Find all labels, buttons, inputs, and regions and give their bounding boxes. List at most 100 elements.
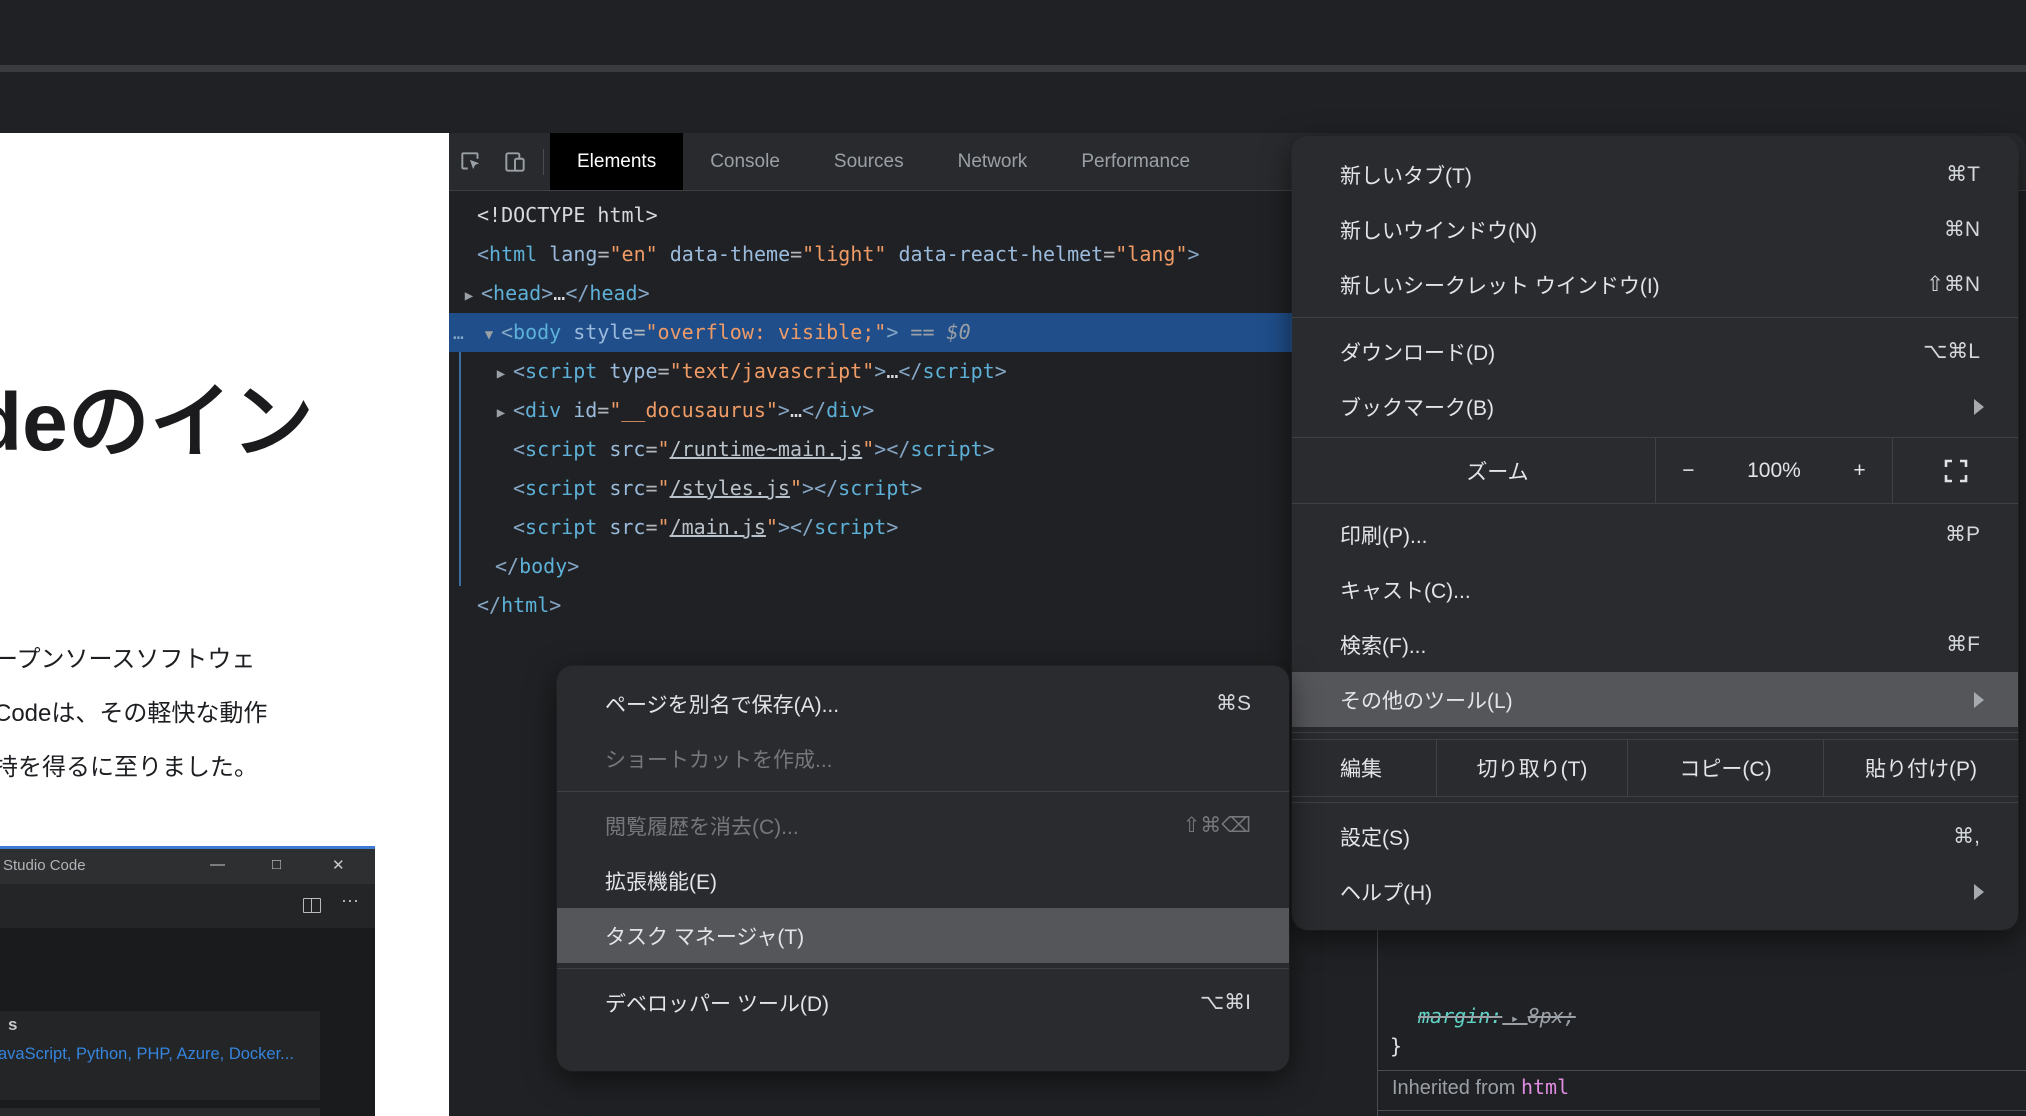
code-token: script xyxy=(525,515,597,539)
dom-tree-node[interactable]: <!DOCTYPE html> xyxy=(449,196,1377,235)
webpage: deのイン ープンソースソフトウェCodeは、その軽快な動作持を得るに至りました… xyxy=(0,133,449,1116)
menu-item-label: ページを別名で保存(A)... xyxy=(557,689,839,719)
vscode-lower-panel xyxy=(0,1108,320,1116)
menu-separator xyxy=(557,968,1289,969)
submenu-arrow-icon xyxy=(1974,399,1984,415)
zoom-out-button[interactable]: − xyxy=(1682,459,1694,483)
paragraph-line: ープンソースソフトウェ xyxy=(0,633,267,687)
code-token: head xyxy=(589,281,637,305)
code-token: "text/javascript" xyxy=(670,359,875,383)
menu-item-bookmarks[interactable]: ブックマーク(B) xyxy=(1292,379,2018,434)
tab-sources[interactable]: Sources xyxy=(807,133,931,190)
code-token: src xyxy=(597,476,645,500)
menu-item-label: ヘルプ(H) xyxy=(1292,877,1432,907)
dom-tree-node[interactable]: </body> xyxy=(449,547,1377,586)
dom-tree-node[interactable]: <script src="/styles.js"></script> xyxy=(449,469,1377,508)
menu-item-new-tab[interactable]: 新しいタブ(T)⌘T xyxy=(1292,147,2018,202)
code-token: > xyxy=(983,437,995,461)
fullscreen-button[interactable] xyxy=(1892,438,2018,503)
inspect-element-icon[interactable] xyxy=(449,133,493,190)
code-token: < xyxy=(513,476,525,500)
code-token: /styles.js xyxy=(670,476,790,500)
tab-elements[interactable]: Elements xyxy=(550,133,683,190)
hidden-elements-icon[interactable]: … xyxy=(453,314,477,353)
menu-item-new-incognito-window[interactable]: 新しいシークレット ウインドウ(I)⇧⌘N xyxy=(1292,257,2018,312)
code-token: < xyxy=(513,437,525,461)
code-token: script xyxy=(910,437,982,461)
menu-item-find[interactable]: 検索(F)...⌘F xyxy=(1292,617,2018,672)
dom-tree-node[interactable]: ▶<head>…</head> xyxy=(449,274,1377,313)
menu-item-print[interactable]: 印刷(P)...⌘P xyxy=(1292,507,2018,562)
code-token: = xyxy=(790,242,802,266)
tab-strip xyxy=(0,0,2026,65)
code-token: > xyxy=(549,593,561,617)
code-token: = xyxy=(645,437,657,461)
dom-tree-node[interactable]: ▶<script type="text/javascript">…</scrip… xyxy=(449,352,1377,391)
code-token: </ xyxy=(565,281,589,305)
dom-tree-node[interactable]: </html> xyxy=(449,586,1377,625)
menu-item-help[interactable]: ヘルプ(H) xyxy=(1292,864,2018,919)
paste-button[interactable]: 貼り付け(P) xyxy=(1823,740,2018,796)
cut-button[interactable]: 切り取り(T) xyxy=(1436,740,1627,796)
tab-network[interactable]: Network xyxy=(931,133,1055,190)
code-token: </ xyxy=(477,593,501,617)
dom-tree-node[interactable]: ▶<div id="__docusaurus">…</div> xyxy=(449,391,1377,430)
css-overridden-declaration[interactable]: margin: ▸ 8px; xyxy=(1418,1004,1576,1028)
menu-item-label: デベロッパー ツール(D) xyxy=(557,988,829,1018)
menu-item-label: 設定(S) xyxy=(1292,822,1410,852)
dom-tree-node[interactable]: …▼<body style="overflow: visible;"> == $… xyxy=(449,313,1381,352)
inherited-from-row: Inherited from html xyxy=(1392,1075,1569,1100)
browser-main-menu: 新しいタブ(T)⌘T新しいウインドウ(N)⌘N新しいシークレット ウインドウ(I… xyxy=(1292,137,2018,930)
menu-item-label: 新しいタブ(T) xyxy=(1292,160,1472,190)
dom-tree-node[interactable]: <html lang="en" data-theme="light" data-… xyxy=(449,235,1377,274)
menu-item-label: ダウンロード(D) xyxy=(1292,337,1495,367)
expand-icon[interactable]: ▶ xyxy=(457,277,481,316)
code-token: > xyxy=(778,398,790,422)
menu-item-save-page-as[interactable]: ページを別名で保存(A)...⌘S xyxy=(557,676,1289,731)
menu-item-settings[interactable]: 設定(S)⌘, xyxy=(1292,809,2018,864)
paragraph-line: Codeは、その軽快な動作 xyxy=(0,687,267,741)
tab-performance[interactable]: Performance xyxy=(1054,133,1217,190)
menu-item-label: 新しいウインドウ(N) xyxy=(1292,215,1537,245)
code-token: > xyxy=(802,476,814,500)
menu-separator xyxy=(1292,802,2018,803)
device-toolbar-icon[interactable] xyxy=(493,133,537,190)
collapse-icon[interactable]: ▼ xyxy=(477,316,501,355)
code-token: "lang" xyxy=(1115,242,1187,266)
menu-item-cast[interactable]: キャスト(C)... xyxy=(1292,562,2018,617)
expand-icon[interactable]: ▶ xyxy=(489,394,513,433)
code-token: src xyxy=(597,515,645,539)
zoom-in-button[interactable]: + xyxy=(1853,459,1865,483)
code-token: < xyxy=(501,320,513,344)
vscode-screenshot: Studio Code — □ ✕ ⋯ s avaScript, Python,… xyxy=(0,846,375,1116)
code-token: </ xyxy=(495,554,519,578)
copy-button[interactable]: コピー(C) xyxy=(1627,740,1823,796)
expand-icon[interactable]: ▶ xyxy=(489,355,513,394)
menu-item-task-manager[interactable]: タスク マネージャ(T) xyxy=(557,908,1289,963)
code-token: lang xyxy=(537,242,597,266)
menu-item-label: その他のツール(L) xyxy=(1292,685,1513,715)
inherited-element-link[interactable]: html xyxy=(1521,1075,1569,1099)
menu-item-developer-tools[interactable]: デベロッパー ツール(D)⌥⌘I xyxy=(557,975,1289,1030)
dom-tree-node[interactable]: <script src="/runtime~main.js"></script> xyxy=(449,430,1377,469)
paragraph-line: 持を得るに至りました。 xyxy=(0,741,267,795)
code-token: html xyxy=(501,593,549,617)
code-token: </ xyxy=(790,515,814,539)
dom-tree-node[interactable]: <script src="/main.js"></script> xyxy=(449,508,1377,547)
code-token: = xyxy=(597,398,609,422)
menu-item-extensions[interactable]: 拡張機能(E) xyxy=(557,853,1289,908)
code-token: > xyxy=(886,515,898,539)
menu-item-downloads[interactable]: ダウンロード(D)⌥⌘L xyxy=(1292,324,2018,379)
code-token: script xyxy=(525,437,597,461)
code-token: html xyxy=(489,242,537,266)
code-token: … xyxy=(886,359,898,383)
menu-item-new-window[interactable]: 新しいウインドウ(N)⌘N xyxy=(1292,202,2018,257)
code-token: == $0 xyxy=(898,320,970,344)
menu-separator xyxy=(557,791,1289,792)
menu-item-more-tools[interactable]: その他のツール(L) xyxy=(1292,672,2018,727)
code-token: > xyxy=(995,359,1007,383)
code-token: /main.js xyxy=(670,515,766,539)
tab-console[interactable]: Console xyxy=(683,133,807,190)
code-token: "__docusaurus" xyxy=(609,398,778,422)
menu-separator xyxy=(1292,732,2018,733)
